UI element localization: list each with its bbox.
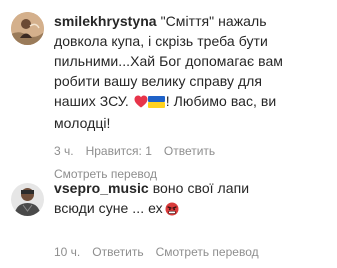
comment-time[interactable]: 10 ч. bbox=[54, 245, 80, 259]
comment-text: ! Любимо вас, ви bbox=[165, 93, 277, 109]
likes-count[interactable]: Нравится: 1 bbox=[86, 144, 152, 158]
comment-body: smilekhrystyna "Сміття" нажаль довкола к… bbox=[54, 11, 332, 133]
user-avatar-icon[interactable] bbox=[11, 183, 44, 216]
comment-text: довкола купа, і скрізь треба бути bbox=[54, 33, 268, 49]
comment-text: воно свої лапи bbox=[152, 180, 250, 196]
comment-text: молодці! bbox=[54, 115, 111, 131]
see-translation-button[interactable]: Смотреть перевод bbox=[156, 245, 259, 259]
comment-text: наших ЗСУ. bbox=[54, 93, 129, 109]
comment-line: наших ЗСУ. ! Любимо вас, ви bbox=[54, 91, 332, 113]
comment-line: smilekhrystyna "Сміття" нажаль bbox=[54, 11, 332, 31]
comment-text: пильними...Хай Бог допомагає вам bbox=[54, 53, 283, 69]
comment-meta: 10 ч. Ответить Смотреть перевод bbox=[54, 244, 259, 260]
comment-meta: 3 ч. Нравится: 1 Ответить bbox=[54, 143, 215, 159]
comment-body: vsepro_music воно свої лапи всюди суне .… bbox=[54, 178, 332, 221]
comment-item: smilekhrystyna "Сміття" нажаль довкола к… bbox=[0, 0, 337, 181]
reply-button[interactable]: Ответить bbox=[164, 144, 215, 158]
comment-username[interactable]: vsepro_music bbox=[54, 180, 149, 196]
comment-username[interactable]: smilekhrystyna bbox=[54, 13, 157, 29]
angry-face-emoji bbox=[165, 201, 179, 221]
comment-time[interactable]: 3 ч. bbox=[54, 144, 74, 158]
ukraine-flag-emoji bbox=[147, 93, 165, 113]
comment-line: всюди суне ... ех bbox=[54, 198, 332, 221]
user-avatar-icon[interactable] bbox=[11, 12, 44, 45]
comment-text: робити вашу велику справу для bbox=[54, 73, 263, 89]
reply-button[interactable]: Ответить bbox=[92, 245, 143, 259]
red-heart-emoji bbox=[134, 93, 148, 113]
comment-line: vsepro_music воно свої лапи bbox=[54, 178, 332, 198]
comment-text: "Сміття" нажаль bbox=[160, 13, 267, 29]
comment-text: всюди суне ... ех bbox=[54, 200, 163, 216]
comment-item: vsepro_music воно свої лапи всюди суне .… bbox=[0, 168, 337, 268]
